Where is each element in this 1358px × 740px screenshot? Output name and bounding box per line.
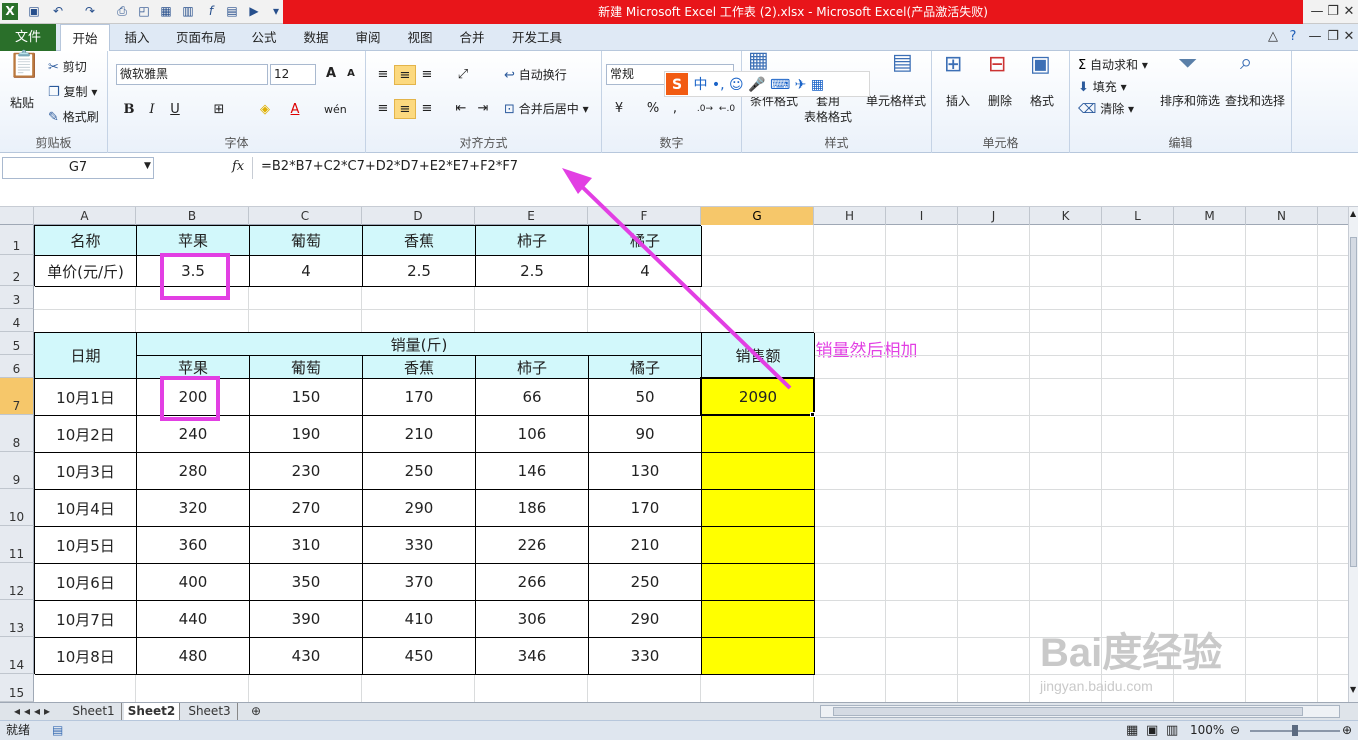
vertical-scrollbar[interactable]: ▲ ▼ — [1348, 207, 1358, 702]
zoom-in-icon[interactable]: ⊕ — [1342, 721, 1352, 740]
normal-view-icon[interactable]: ▦ — [1126, 721, 1138, 740]
macro-record-icon[interactable]: ▤ — [52, 721, 63, 740]
zoom-out-icon[interactable]: ⊖ — [1230, 721, 1240, 740]
sheet-nav-icon[interactable]: ◂◂◂▸ — [4, 703, 64, 721]
sheet-tabs-bar: ◂◂◂▸ Sheet1 Sheet2 Sheet3 ⊕ — [0, 702, 1358, 721]
zoom-level[interactable]: 100% — [1190, 721, 1224, 740]
horizontal-scrollbar[interactable] — [820, 705, 1340, 718]
sheet-tab-1[interactable]: Sheet1 — [66, 703, 122, 721]
sheet-tab-3[interactable]: Sheet3 — [182, 703, 238, 721]
sheet-tab-2[interactable]: Sheet2 — [124, 703, 180, 721]
scroll-down-icon[interactable]: ▼ — [1350, 685, 1357, 699]
new-sheet-icon[interactable]: ⊕ — [244, 703, 268, 721]
status-mode: 就绪 — [6, 723, 31, 737]
page-break-view-icon[interactable]: ▥ — [1166, 721, 1178, 740]
scroll-thumb[interactable] — [1350, 237, 1357, 567]
status-bar: 就绪 ▤ ▦ ▣ ▥ 100% ⊖ ⊕ — [0, 720, 1358, 740]
zoom-slider-thumb[interactable] — [1292, 725, 1298, 736]
watermark-logo: Bai度经验 — [1040, 631, 1223, 675]
watermark-url: jingyan.baidu.com — [1040, 678, 1153, 694]
h-scroll-thumb[interactable] — [833, 707, 1303, 716]
page-layout-view-icon[interactable]: ▣ — [1146, 721, 1158, 740]
scroll-up-icon[interactable]: ▲ — [1350, 209, 1357, 223]
